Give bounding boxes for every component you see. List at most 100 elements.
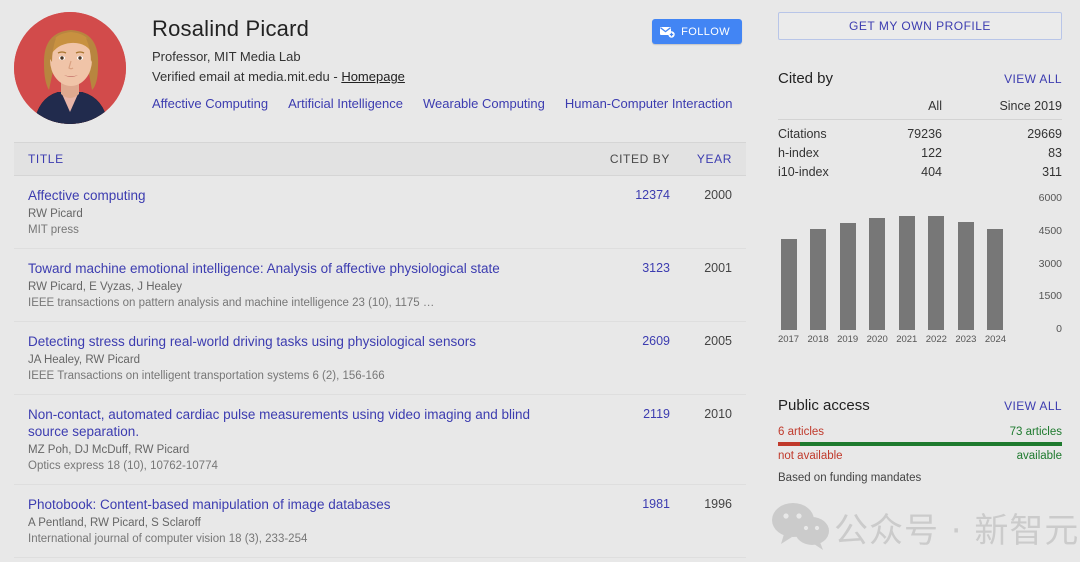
- chart-y-tick-label: 4500: [1038, 224, 1062, 237]
- not-available-count[interactable]: 6 articles: [778, 426, 824, 438]
- cited-by-view-all-link[interactable]: VIEW ALL: [1004, 72, 1062, 86]
- homepage-link[interactable]: Homepage: [341, 69, 405, 84]
- available-count[interactable]: 73 articles: [1010, 426, 1062, 438]
- envelope-plus-icon: [660, 26, 675, 38]
- column-header-cited-by[interactable]: CITED BY: [578, 152, 670, 166]
- public-access-counts: 6 articles 73 articles: [778, 426, 1062, 438]
- table-header-row: TITLE CITED BY YEAR: [14, 142, 746, 176]
- avatar[interactable]: [14, 12, 126, 124]
- chart-bar[interactable]: [780, 239, 797, 330]
- chart-y-tick-label: 3000: [1038, 257, 1062, 270]
- interest-link[interactable]: Human-Computer Interaction: [565, 95, 733, 113]
- left-column: Rosalind Picard Professor, MIT Media Lab…: [0, 0, 760, 562]
- public-access-title: Public access: [778, 397, 870, 414]
- column-header-year[interactable]: YEAR: [670, 152, 732, 166]
- publication-title-link[interactable]: Detecting stress during real-world drivi…: [28, 333, 566, 350]
- publication-cited-by[interactable]: 2609: [578, 333, 670, 348]
- publication-cited-by[interactable]: 2119: [578, 406, 670, 421]
- chart-bar[interactable]: [928, 216, 945, 330]
- chart-bars: 2017 2018 2019 2020 2021 2022 2023 2024: [778, 199, 1006, 345]
- publication-cited-by[interactable]: 12374: [578, 187, 670, 202]
- publication-cited-by[interactable]: 3123: [578, 260, 670, 275]
- chart-bar-group[interactable]: 2020: [867, 199, 888, 345]
- publication-authors: RW Picard: [28, 208, 83, 220]
- publication-authors: A Pentland, RW Picard, S Sclaroff: [28, 517, 201, 529]
- interest-link[interactable]: Affective Computing: [152, 95, 268, 113]
- cited-by-panel-header: Cited by VIEW ALL: [778, 70, 1062, 87]
- publication-year: 2001: [704, 261, 732, 275]
- metric-all-value: 79236: [907, 127, 942, 141]
- chart-x-tick-label: 2018: [807, 334, 829, 345]
- metric-since-value: 311: [1042, 165, 1062, 179]
- chart-bar-group[interactable]: 2023: [955, 199, 976, 345]
- metrics-header-all: All: [875, 99, 942, 120]
- public-access-progress-bar: [778, 442, 1062, 446]
- chart-bar-group[interactable]: 2019: [837, 199, 858, 345]
- chart-bar-group[interactable]: 2017: [778, 199, 799, 345]
- chart-bar-group[interactable]: 2018: [808, 199, 829, 345]
- table-row: Photobook: Content-based manipulation of…: [14, 485, 746, 558]
- publication-venue: IEEE transactions on pattern analysis an…: [28, 297, 435, 309]
- chart-y-tick-label: 6000: [1038, 192, 1062, 204]
- chart-bar[interactable]: [839, 223, 856, 330]
- publication-year: 2005: [704, 334, 732, 348]
- metric-label: i10-index: [778, 165, 829, 179]
- chart-x-tick-label: 2023: [955, 334, 977, 345]
- chart-bar-group[interactable]: 2022: [926, 199, 947, 345]
- publication-cited-by[interactable]: 1981: [578, 496, 670, 511]
- publication-authors: MZ Poh, DJ McDuff, RW Picard: [28, 444, 190, 456]
- verified-email-text: Verified email at media.mit.edu -: [152, 69, 342, 84]
- publication-main: Toward machine emotional intelligence: A…: [28, 260, 578, 311]
- metric-all-value: 404: [921, 165, 942, 179]
- metrics-header-row: All Since 2019: [778, 99, 1062, 120]
- publication-venue: Optics express 18 (10), 10762-10774: [28, 460, 218, 472]
- metric-since-value: 83: [1048, 146, 1062, 160]
- metric-row-citations: Citations 79236 29669: [778, 120, 1062, 144]
- table-row: Detecting stress during real-world drivi…: [14, 322, 746, 395]
- chart-bar[interactable]: [869, 218, 886, 330]
- metrics-header-since: Since 2019: [941, 99, 1062, 120]
- not-available-label: not available: [778, 450, 843, 462]
- table-row: Advancements in noncontact, multiparamet…: [14, 558, 746, 562]
- public-access-panel-header: Public access VIEW ALL: [778, 397, 1062, 414]
- publication-title-link[interactable]: Affective computing: [28, 187, 566, 204]
- metric-label: Citations: [778, 127, 827, 141]
- chart-bar-group[interactable]: 2021: [896, 199, 917, 345]
- public-access-sublabels: not available available: [778, 450, 1062, 462]
- publication-title-link[interactable]: Non-contact, automated cardiac pulse mea…: [28, 406, 566, 440]
- chart-x-tick-label: 2021: [896, 334, 918, 345]
- table-row: Affective computing RW Picard MIT press …: [14, 176, 746, 249]
- chart-plot-area: 2017 2018 2019 2020 2021 2022 2023 2024: [778, 199, 1006, 346]
- publication-year: 2000: [704, 188, 732, 202]
- chart-x-tick-label: 2022: [925, 334, 947, 345]
- interests-list: Affective Computing Artificial Intelligen…: [152, 95, 746, 113]
- publication-main: Affective computing RW Picard MIT press: [28, 187, 578, 238]
- public-access-view-all-link[interactable]: VIEW ALL: [1004, 399, 1062, 413]
- column-header-title[interactable]: TITLE: [28, 152, 578, 166]
- publication-title-link[interactable]: Photobook: Content-based manipulation of…: [28, 496, 566, 513]
- public-access-note: Based on funding mandates: [778, 472, 922, 484]
- cited-by-title: Cited by: [778, 70, 834, 87]
- publication-main: Non-contact, automated cardiac pulse mea…: [28, 406, 578, 474]
- scholar-profile-page: Rosalind Picard Professor, MIT Media Lab…: [0, 0, 1080, 562]
- chart-bar[interactable]: [898, 216, 915, 330]
- get-my-own-profile-button[interactable]: GET MY OWN PROFILE: [778, 12, 1062, 40]
- publication-year: 2010: [704, 407, 732, 421]
- metric-since-value: 29669: [1027, 127, 1062, 141]
- interest-link[interactable]: Wearable Computing: [423, 95, 545, 113]
- chart-x-tick-label: 2017: [777, 334, 800, 345]
- publication-authors: RW Picard, E Vyzas, J Healey: [28, 281, 183, 293]
- chart-bar[interactable]: [810, 228, 827, 330]
- metric-row-h-index: h-index 122 83: [778, 143, 1062, 162]
- interest-link[interactable]: Artificial Intelligence: [288, 95, 403, 113]
- follow-button[interactable]: FOLLOW: [652, 19, 742, 44]
- chart-bar[interactable]: [957, 222, 974, 330]
- progress-segment-not-available: [778, 442, 800, 446]
- chart-x-tick-label: 2020: [866, 334, 888, 345]
- chart-y-tick-label: 0: [1056, 323, 1062, 335]
- table-row: Toward machine emotional intelligence: A…: [14, 249, 746, 322]
- publication-title-link[interactable]: Toward machine emotional intelligence: A…: [28, 260, 566, 277]
- publication-main: Photobook: Content-based manipulation of…: [28, 496, 578, 547]
- publication-main: Detecting stress during real-world drivi…: [28, 333, 578, 384]
- right-sidebar: GET MY OWN PROFILE Cited by VIEW ALL All…: [760, 0, 1080, 562]
